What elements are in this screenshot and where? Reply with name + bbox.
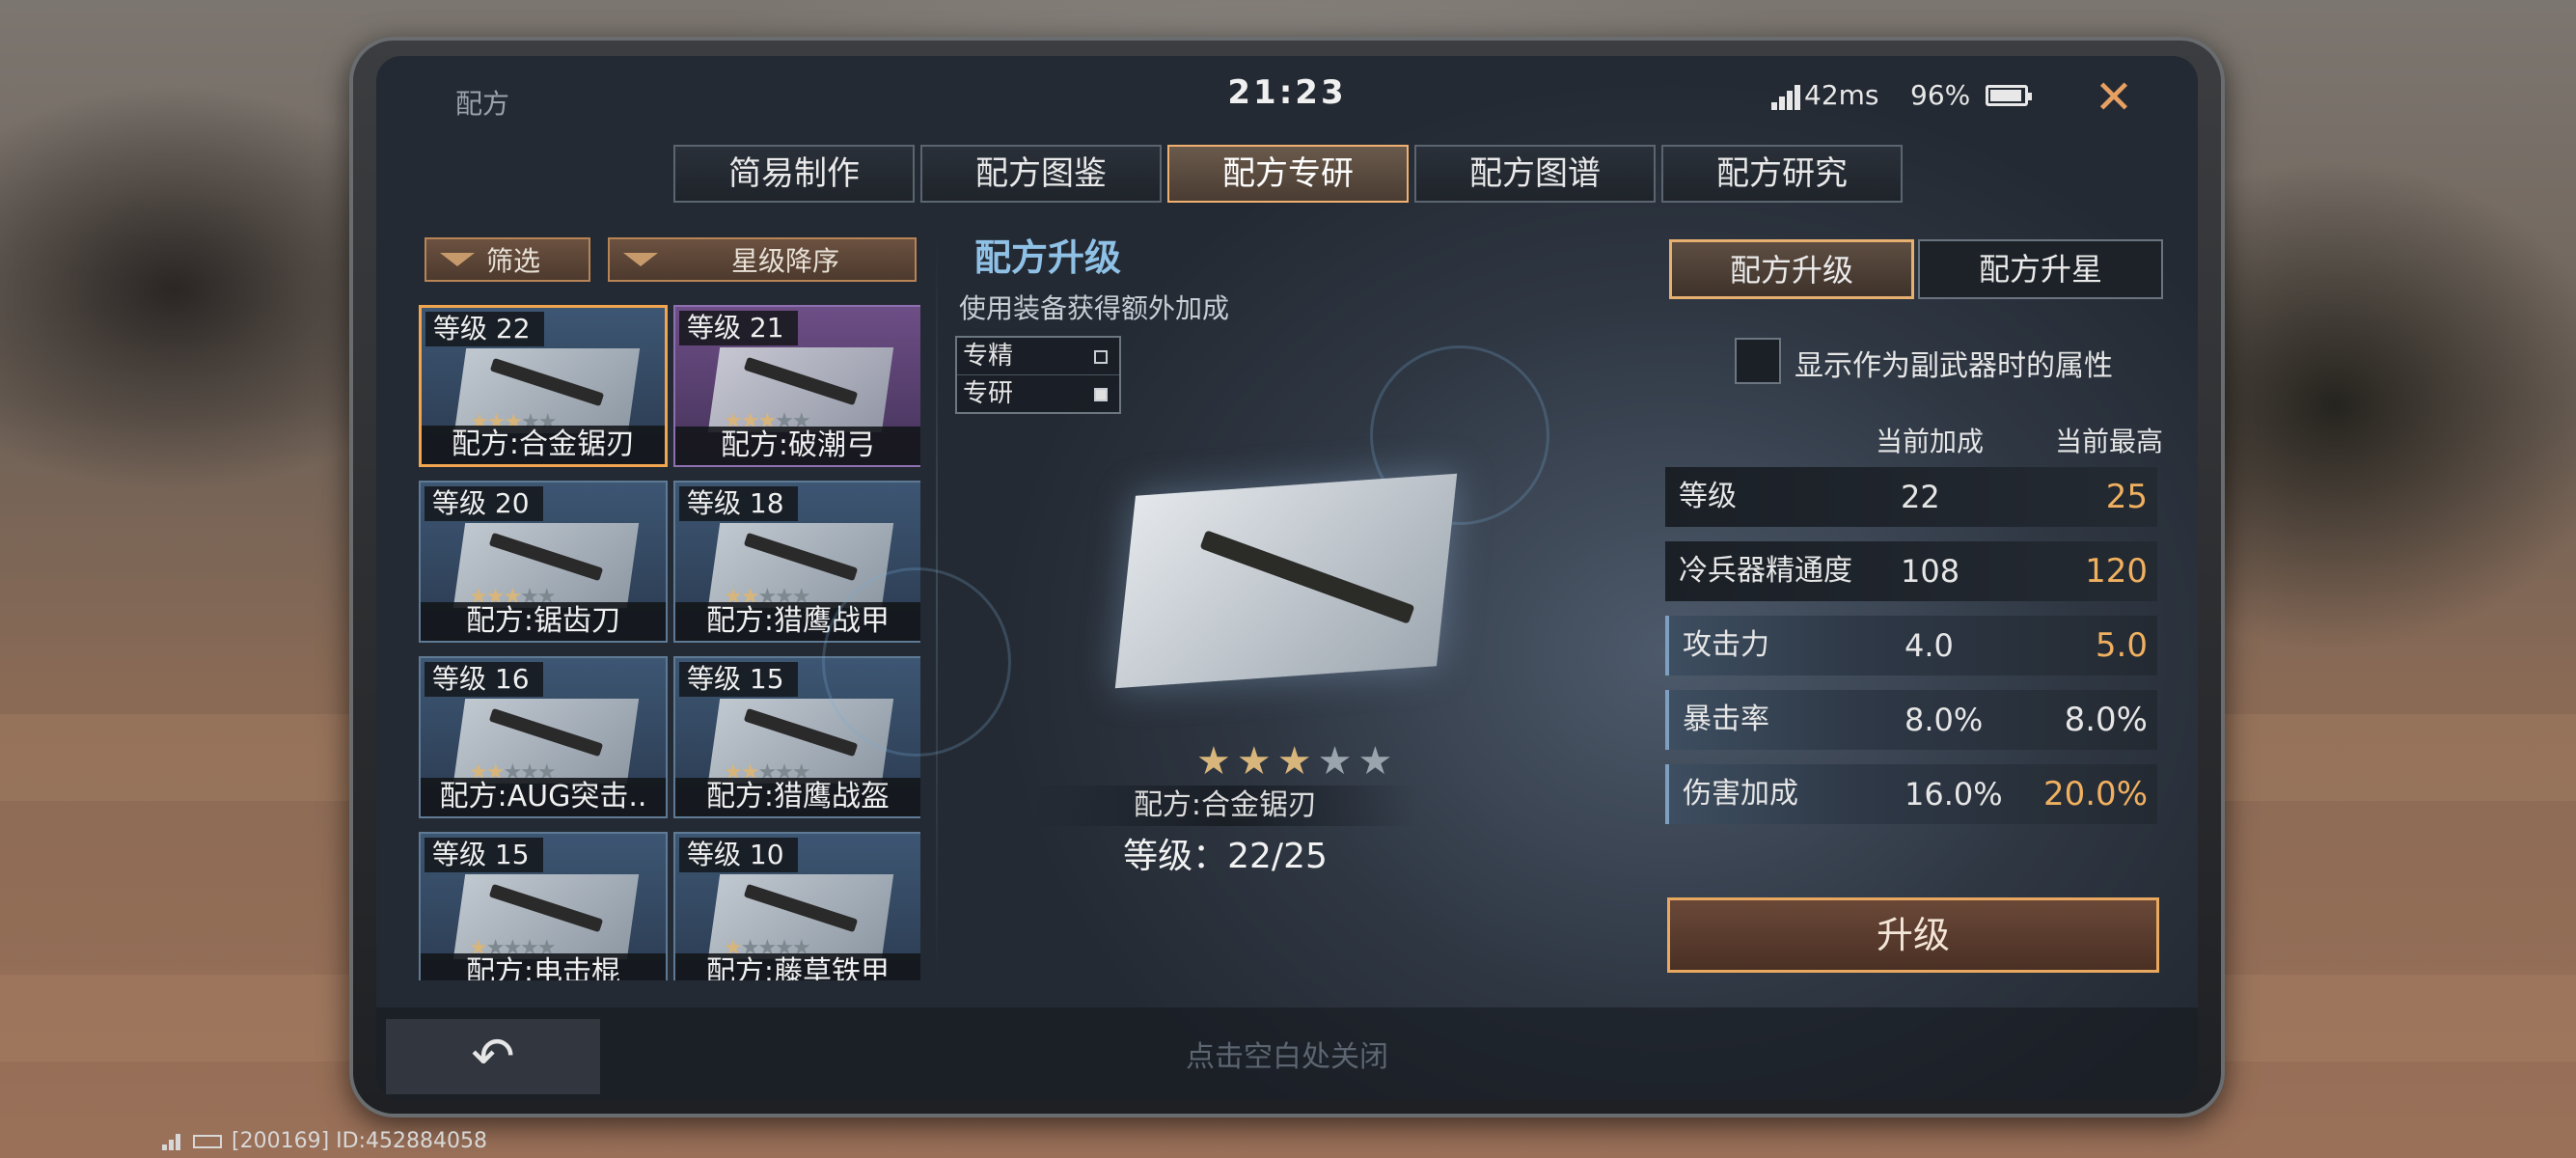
tab-simple-craft[interactable]: 简易制作 xyxy=(673,145,915,203)
close-hint: 点击空白处关闭 xyxy=(1186,1040,1388,1074)
star-rating-large: ★★★★★ xyxy=(1196,739,1399,784)
sort-label: 星级降序 xyxy=(730,245,839,277)
selected-recipe-name: 配方:合金锯刃 xyxy=(1032,786,1418,826)
recipe-card[interactable]: 等级 15 ★★★★★ 配方:电击棍 xyxy=(419,832,668,980)
secondary-weapon-checkbox[interactable] xyxy=(1735,338,1781,384)
recipe-card[interactable]: 等级 10 ★★★★★ 配方:藤草铁甲 xyxy=(673,832,920,980)
section-title: 配方升级 xyxy=(974,236,1122,279)
recipe-level: 等级 15 xyxy=(425,838,543,872)
upgrade-button[interactable]: 升级 xyxy=(1667,897,2159,973)
signal-icon xyxy=(162,1133,183,1150)
main-tabs: 简易制作 配方图鉴 配方专研 配方图谱 配方研究 xyxy=(673,145,1903,203)
recipe-name: 配方:藤草铁甲 xyxy=(675,953,920,980)
column-header-current: 当前加成 xyxy=(1876,426,1985,457)
recipe-level: 等级 10 xyxy=(679,838,798,872)
selected-recipe-level: 等级：22/25 xyxy=(1123,837,1328,876)
recipe-level: 等级 21 xyxy=(679,311,798,345)
recipe-name: 配方:破潮弓 xyxy=(675,427,920,465)
recipe-name: 配方:AUG突击.. xyxy=(421,778,666,816)
sort-button[interactable]: 星级降序 xyxy=(608,237,917,282)
stat-row: 伤害加成 16.0% 20.0% xyxy=(1665,764,2157,824)
column-header-max: 当前最高 xyxy=(2055,426,2164,457)
player-id: [200169] ID:452884058 xyxy=(232,1129,487,1153)
tab-recipe-study[interactable]: 配方专研 xyxy=(1167,145,1409,203)
stat-row: 暴击率 8.0% 8.0% xyxy=(1665,690,2157,750)
recipe-card[interactable]: 等级 20 ★★★★★ 配方:锯齿刀 xyxy=(419,481,668,643)
stat-row: 攻击力 4.0 5.0 xyxy=(1665,616,2157,676)
mode-legend: 专精 专研 xyxy=(955,336,1121,414)
tab-recipe-research[interactable]: 配方研究 xyxy=(1661,145,1903,203)
secondary-weapon-label: 显示作为副武器时的属性 xyxy=(1795,349,2113,383)
battery-text: 96% xyxy=(1910,79,1971,111)
recipe-level: 等级 16 xyxy=(425,662,543,697)
tab-recipe-upgrade[interactable]: 配方升级 xyxy=(1669,239,1914,299)
sort-icon xyxy=(623,253,658,266)
checkbox-icon xyxy=(1094,388,1108,401)
stat-row: 等级 22 25 xyxy=(1665,467,2157,527)
deco-ring xyxy=(822,567,1011,757)
recipe-name: 配方:合金锯刃 xyxy=(422,426,665,464)
recipe-level: 等级 22 xyxy=(425,312,544,346)
checkbox-icon xyxy=(1094,350,1108,364)
stats-table: 等级 22 25 冷兵器精通度 108 120 攻击力 4.0 5.0 暴击率 … xyxy=(1665,467,2157,839)
recipe-level: 等级 15 xyxy=(679,662,798,697)
recipe-card[interactable]: 等级 22 ★★★★★ 配方:合金锯刃 xyxy=(419,305,668,467)
tab-recipe-codex[interactable]: 配方图鉴 xyxy=(920,145,1162,203)
legend-item-study[interactable]: 专研 xyxy=(957,375,1119,412)
battery-icon xyxy=(193,1134,222,1148)
system-footer: [200169] ID:452884058 xyxy=(162,1129,487,1153)
recipe-card[interactable]: 等级 16 ★★★★★ 配方:AUG突击.. xyxy=(419,656,668,818)
section-subtitle: 使用装备获得额外加成 xyxy=(959,292,1230,324)
recipe-card[interactable]: 等级 21 ★★★★★ 配方:破潮弓 xyxy=(673,305,920,467)
tab-recipe-atlas[interactable]: 配方图谱 xyxy=(1414,145,1656,203)
close-icon[interactable]: ✕ xyxy=(2090,73,2138,122)
recipe-name: 配方:锯齿刀 xyxy=(421,602,666,641)
filter-button[interactable]: 筛选 xyxy=(425,237,590,282)
stat-row: 冷兵器精通度 108 120 xyxy=(1665,541,2157,601)
ping-text: 42ms xyxy=(1804,79,1879,111)
tab-recipe-star-up[interactable]: 配方升星 xyxy=(1918,239,2163,299)
recipe-screen: 配方 21:23 42ms 96% ✕ 简易制作 配方图鉴 配方专研 配方图谱 … xyxy=(376,56,2198,1100)
recipe-blueprint-image xyxy=(1114,473,1458,689)
recipe-name: 配方:电击棍 xyxy=(421,953,666,980)
sub-tabs: 配方升级 配方升星 xyxy=(1669,239,2163,299)
status-bar: 配方 21:23 42ms 96% ✕ xyxy=(376,56,2198,137)
signal-icon xyxy=(1771,85,1800,110)
filter-row: 筛选 星级降序 xyxy=(425,237,917,282)
legend-item-mastery[interactable]: 专精 xyxy=(957,338,1119,375)
recipe-name: 配方:猎鹰战盔 xyxy=(675,778,920,816)
recipe-level: 等级 20 xyxy=(425,486,543,521)
filter-icon xyxy=(440,253,475,266)
battery-icon xyxy=(1986,85,2032,106)
recipe-level: 等级 18 xyxy=(679,486,798,521)
filter-label: 筛选 xyxy=(486,245,541,277)
